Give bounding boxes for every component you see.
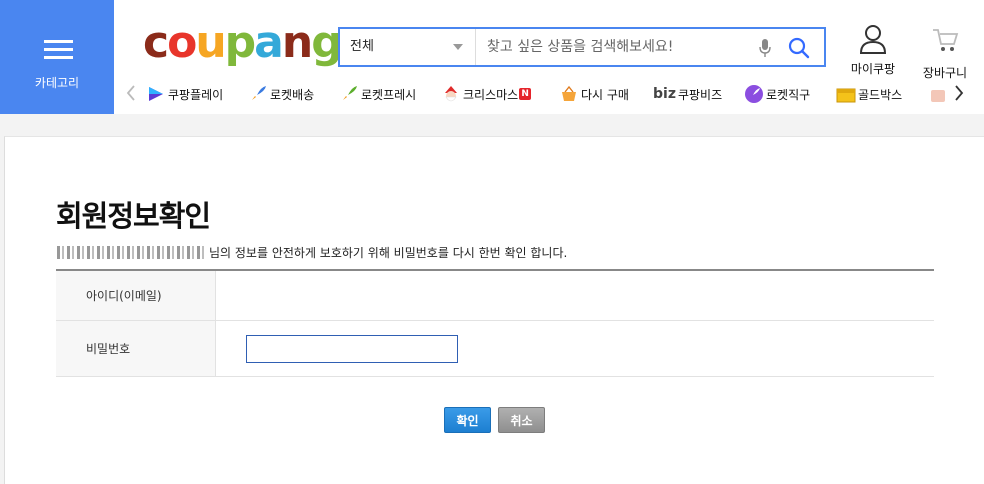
quick-nav-item-rebuy[interactable]: 다시 구매 (559, 83, 629, 105)
category-menu-button[interactable]: 카테고리 (0, 0, 114, 114)
gift-icon (928, 84, 948, 104)
cart-icon (933, 29, 959, 51)
password-input[interactable] (246, 334, 458, 363)
user-icon (859, 25, 887, 54)
id-label: 아이디(이메일) (56, 271, 216, 320)
category-label: 카테고리 (34, 76, 80, 90)
santa-icon (441, 84, 461, 104)
search-category-select[interactable]: 전체 (340, 29, 476, 65)
quick-nav-label: 크리스마스 (463, 87, 519, 102)
quick-nav-label: 골드박스 (858, 87, 903, 102)
quick-nav-item-rocket-fresh[interactable]: 로켓프레시 (339, 83, 416, 105)
rocket-green-icon (339, 84, 359, 104)
confirm-button[interactable]: 확인 (444, 407, 491, 433)
description-text: 님의 정보를 안전하게 보호하기 위해 비밀번호를 다시 한번 확인 합니다. (209, 246, 568, 260)
play-icon (146, 84, 166, 104)
cancel-button[interactable]: 취소 (498, 407, 545, 433)
cart-label: 장바구니 (922, 66, 968, 80)
biz-logo-icon: biz (653, 86, 676, 102)
new-badge: N (519, 88, 532, 100)
quick-nav-label: 로켓배송 (270, 87, 315, 102)
password-cell (216, 321, 934, 376)
cart-button[interactable]: 장바구니 (910, 24, 980, 80)
caret-down-icon (453, 44, 463, 50)
search-category-value: 전체 (350, 39, 374, 54)
basket-icon (559, 84, 579, 104)
quick-nav-item-coupang-biz[interactable]: biz 쿠팡비즈 (653, 83, 722, 105)
verify-form: 아이디(이메일) 비밀번호 (56, 269, 934, 377)
password-row: 비밀번호 (56, 321, 934, 377)
search-icon[interactable] (788, 37, 810, 59)
search-bar: 전체 (338, 27, 826, 67)
member-verify-panel: 회원정보확인 님의 정보를 안전하게 보호하기 위해 비밀번호를 다시 한번 확… (4, 136, 984, 484)
masked-user-name (57, 246, 207, 259)
coupang-logo[interactable]: coupang (143, 18, 343, 68)
password-label: 비밀번호 (56, 321, 216, 376)
page-title: 회원정보확인 (56, 199, 211, 233)
quick-nav-item-goldbox[interactable]: 골드박스 (836, 83, 902, 105)
rocket-blue-icon (248, 84, 268, 104)
quick-nav: 쿠팡플레이 로켓배송 로켓프레시 크리스마스 N 다시 구매 biz 쿠팡비즈 … (120, 80, 984, 108)
chevron-right-icon[interactable] (952, 84, 966, 102)
goldbox-icon (836, 84, 856, 104)
quick-nav-item-more[interactable] (928, 83, 950, 105)
page-description: 님의 정보를 안전하게 보호하기 위해 비밀번호를 다시 한번 확인 합니다. (57, 244, 567, 261)
page-root: 카테고리 coupang 전체 찾고 싶은 상품을 검색해보세요! 마이쿠팡 장… (0, 0, 984, 484)
quick-nav-label: 쿠팡플레이 (168, 87, 224, 102)
quick-nav-item-rocket-delivery[interactable]: 로켓배송 (248, 83, 314, 105)
id-value (216, 271, 934, 320)
quick-nav-item-christmas[interactable]: 크리스마스 N (441, 83, 532, 105)
quick-nav-label: 다시 구매 (581, 87, 629, 102)
quick-nav-label: 로켓직구 (766, 87, 811, 102)
rocket-purple-icon (744, 84, 764, 104)
search-input[interactable] (477, 29, 747, 65)
chevron-left-icon[interactable] (124, 84, 138, 102)
quick-nav-label: 로켓프레시 (361, 87, 417, 102)
quick-nav-label: 쿠팡비즈 (677, 87, 723, 102)
hamburger-icon (44, 40, 73, 60)
mypage-button[interactable]: 마이쿠팡 (842, 24, 904, 80)
microphone-icon[interactable] (758, 38, 772, 58)
mypage-label: 마이쿠팡 (850, 62, 896, 76)
quick-nav-item-rocket-global[interactable]: 로켓직구 (744, 83, 810, 105)
header: 카테고리 coupang 전체 찾고 싶은 상품을 검색해보세요! 마이쿠팡 장… (0, 0, 984, 114)
id-row: 아이디(이메일) (56, 271, 934, 321)
quick-nav-item-coupang-play[interactable]: 쿠팡플레이 (146, 83, 223, 105)
